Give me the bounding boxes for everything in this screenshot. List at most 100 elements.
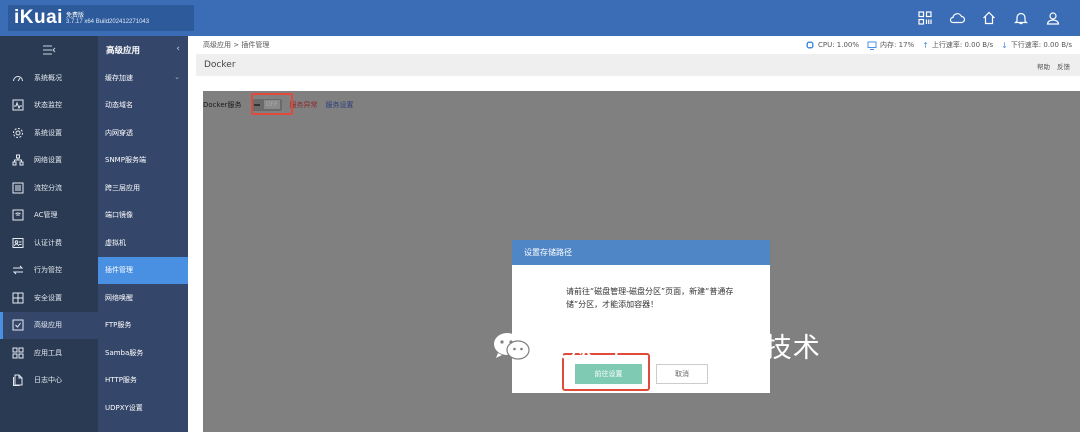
subnav-item-10[interactable]: Samba服务 xyxy=(98,339,188,367)
breadcrumb-bar: 高级应用 > 插件管理 CPU: 1.00% 内存: 17% ↑ 上行速率: 0… xyxy=(196,36,1080,54)
subnav-item-label: SNMP服务端 xyxy=(105,156,146,165)
chevron-down-icon[interactable]: ⌄ xyxy=(174,73,180,81)
subnav-item-3[interactable]: SNMP服务端 xyxy=(98,147,188,175)
subnav-item-label: 内网穿透 xyxy=(105,128,133,137)
title-links: 帮助 反馈 xyxy=(1037,61,1070,71)
sidebar-item-label: 行为管控 xyxy=(34,266,62,275)
sidebar-item-label: 状态监控 xyxy=(34,101,62,110)
cancel-button[interactable]: 取消 xyxy=(656,364,708,384)
grid-icon[interactable] xyxy=(916,9,934,27)
subnav-item-label: FTP服务 xyxy=(105,321,132,330)
subnav-item-11[interactable]: HTTP服务 xyxy=(98,367,188,395)
logo-text: iKuai xyxy=(14,7,63,28)
flow-control-icon xyxy=(12,182,24,194)
behavior-icon xyxy=(12,264,24,276)
subnav-item-label: UDPXY设置 xyxy=(105,403,143,412)
arrow-down-icon: ↓ xyxy=(1001,40,1008,50)
breadcrumb: 高级应用 > 插件管理 xyxy=(203,41,270,49)
feedback-link[interactable]: 反馈 xyxy=(1057,61,1070,71)
memory-value: 内存: 17% xyxy=(880,41,915,49)
watermark: 公众号 · 小白电脑技术 xyxy=(492,326,821,365)
storage-path-dialog: 设置存储路径 请前往“磁盘管理-磁盘分区”页面，新建“普通存储”分区，才能添加容… xyxy=(512,240,770,393)
subnav-item-label: 动态域名 xyxy=(105,101,133,110)
sidebar-item-1[interactable]: 状态监控 xyxy=(0,92,98,120)
chevron-left-icon[interactable]: ‹ xyxy=(176,44,180,54)
dashboard-icon xyxy=(12,72,24,84)
subnav-item-label: Samba服务 xyxy=(105,348,144,357)
subnav-title-text: 高级应用 xyxy=(106,46,141,56)
sidebar-item-0[interactable]: 系统概况 xyxy=(0,64,98,92)
subnav-item-12[interactable]: UDPXY设置 xyxy=(98,394,188,422)
cloud-icon[interactable] xyxy=(948,9,966,27)
arrow-up-icon: ↑ xyxy=(922,40,929,50)
cpu-value: CPU: 1.00% xyxy=(817,41,860,49)
logo: iKuai 免费版 3.7.17 x64 Build202412271043 xyxy=(8,5,194,31)
sidebar-item-4[interactable]: 流控分流 xyxy=(0,174,98,202)
dialog-title: 设置存储路径 xyxy=(512,240,770,265)
service-error-link[interactable]: 服务异常 xyxy=(290,100,318,110)
sidebar-item-label: 流控分流 xyxy=(34,183,62,192)
top-bar: iKuai 免费版 3.7.17 x64 Build202412271043 xyxy=(0,0,1080,36)
subnav-item-9[interactable]: FTP服务 xyxy=(98,312,188,340)
version-label: 3.7.17 x64 Build202412271043 xyxy=(66,19,150,25)
user-icon[interactable] xyxy=(1044,9,1062,27)
page-title-bar: Docker 帮助 反馈 xyxy=(196,54,1080,76)
sidebar-item-6[interactable]: 认证计费 xyxy=(0,229,98,257)
subnav-item-1[interactable]: 动态域名 xyxy=(98,92,188,120)
page-title: Docker xyxy=(204,60,236,70)
modal-backdrop[interactable]: Docker服务 OFF 服务异常 服务设置 设置存储路径 请前往“磁盘管理-磁… xyxy=(203,91,1080,432)
subnav-item-2[interactable]: 内网穿透 xyxy=(98,119,188,147)
sidebar-item-label: 安全设置 xyxy=(34,293,62,302)
sidebar-item-3[interactable]: 网络设置 xyxy=(0,147,98,175)
secondary-sidebar: 高级应用 ‹ 缓存加速 ⌄ 动态域名内网穿透 SNMP服务端 跨三层应用端口镜像虚拟机插… xyxy=(98,36,188,432)
subnav-item-0[interactable]: 缓存加速 ⌄ xyxy=(98,64,188,92)
highlight-box-toggle xyxy=(251,93,293,115)
subnav-item-7[interactable]: 插件管理 xyxy=(98,256,188,284)
subnav-item-label: 虚拟机 xyxy=(105,238,126,247)
cpu-stat: CPU: 1.00% xyxy=(805,40,859,50)
memory-stat: 内存: 17% xyxy=(867,40,914,50)
upload-value: 上行速率: 0.00 B/s xyxy=(931,41,994,49)
collapse-menu-icon[interactable] xyxy=(0,36,98,64)
ac-icon xyxy=(12,209,24,221)
download-stat: ↓ 下行速率: 0.00 B/s xyxy=(1001,40,1072,50)
sidebar-item-10[interactable]: 应用工具 xyxy=(0,339,98,367)
log-icon xyxy=(12,374,24,387)
subnav-item-label: 网络唤醒 xyxy=(105,293,133,302)
auth-icon xyxy=(12,237,24,249)
subnav-item-label: HTTP服务 xyxy=(105,376,137,385)
sidebar-item-label: 系统设置 xyxy=(34,128,62,137)
main-content: 高级应用 > 插件管理 CPU: 1.00% 内存: 17% ↑ 上行速率: 0… xyxy=(196,36,1080,432)
sidebar-item-label: 网络设置 xyxy=(34,156,62,165)
watermark-text: 公众号 · 小白电脑技术 xyxy=(540,333,821,364)
sidebar-item-8[interactable]: 安全设置 xyxy=(0,284,98,312)
network-icon xyxy=(12,154,24,166)
sidebar-item-2[interactable]: 系统设置 xyxy=(0,119,98,147)
sidebar-item-11[interactable]: 日志中心 xyxy=(0,367,98,395)
sidebar-item-7[interactable]: 行为管控 xyxy=(0,257,98,285)
download-value: 下行速率: 0.00 B/s xyxy=(1010,41,1072,49)
subnav-item-6[interactable]: 虚拟机 xyxy=(98,229,188,257)
subnav-item-label: 端口镜像 xyxy=(105,211,133,220)
sidebar-item-label: 高级应用 xyxy=(34,321,62,330)
sidebar-item-5[interactable]: AC管理 xyxy=(0,202,98,230)
bell-icon[interactable] xyxy=(1012,9,1030,27)
monitor-icon xyxy=(12,99,24,111)
sidebar-item-label: 日志中心 xyxy=(34,376,62,385)
tools-icon xyxy=(12,347,24,359)
sidebar-item-9[interactable]: 高级应用 xyxy=(0,311,98,339)
upload-stat: ↑ 上行速率: 0.00 B/s xyxy=(922,40,993,50)
subnav-item-4[interactable]: 跨三层应用 xyxy=(98,174,188,202)
sidebar-item-label: 系统概况 xyxy=(34,73,62,82)
service-settings-link[interactable]: 服务设置 xyxy=(326,100,354,110)
system-stats: CPU: 1.00% 内存: 17% ↑ 上行速率: 0.00 B/s ↓ 下行… xyxy=(805,40,1072,50)
home-icon[interactable] xyxy=(980,9,998,27)
sidebar-item-label: 应用工具 xyxy=(34,348,62,357)
subnav-item-label: 跨三层应用 xyxy=(105,183,140,192)
subnav-item-8[interactable]: 网络唤醒 xyxy=(98,284,188,312)
dialog-message: 请前往“磁盘管理-磁盘分区”页面，新建“普通存储”分区，才能添加容器！ xyxy=(566,287,734,309)
help-link[interactable]: 帮助 xyxy=(1037,61,1050,71)
subnav-item-label: 缓存加速 xyxy=(105,73,133,82)
security-icon xyxy=(12,292,24,304)
subnav-item-5[interactable]: 端口镜像 xyxy=(98,202,188,230)
